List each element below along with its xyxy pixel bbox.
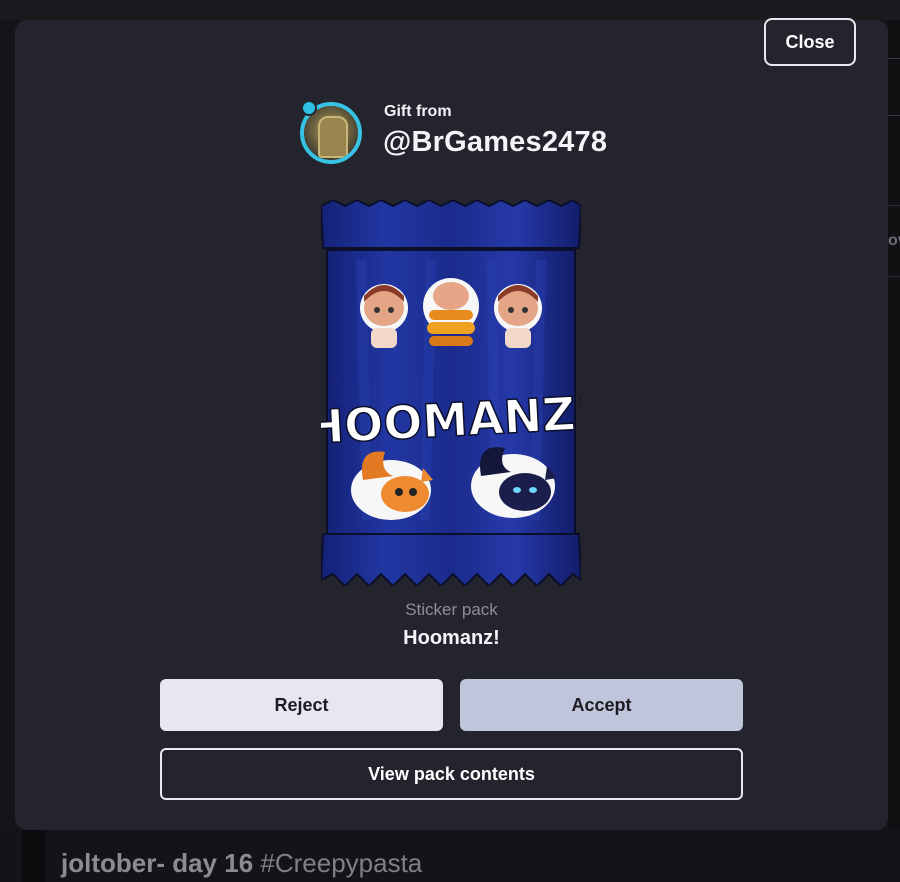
- post-tag-link[interactable]: #Creepypasta: [260, 848, 422, 878]
- accept-button[interactable]: Accept: [460, 679, 743, 731]
- pack-bottom-crimp: [321, 533, 581, 586]
- close-button[interactable]: Close: [764, 18, 856, 66]
- avatar-image: [318, 116, 348, 158]
- view-pack-contents-button[interactable]: View pack contents: [160, 748, 743, 800]
- pack-type-label: Sticker pack: [405, 600, 498, 619]
- avatar-badge-icon: [301, 100, 317, 116]
- sticker-pack-image: HOOMANZ!: [321, 200, 581, 586]
- pack-name: Hoomanz!: [403, 627, 500, 649]
- backdrop-divider: [888, 58, 900, 59]
- backdrop-top: [0, 0, 900, 20]
- post-title-text: joltober- day 16: [61, 848, 254, 878]
- post-thumbnail: [22, 830, 46, 882]
- pack-top-crimp: [321, 200, 581, 249]
- backdrop-divider: [888, 115, 900, 116]
- backdrop-right-edge: ov: [888, 20, 900, 830]
- gift-modal: Close Gift from @BrGames2478 HOOMANZ! St…: [15, 18, 888, 830]
- backdrop-partial-button: ov: [888, 205, 900, 277]
- reject-button[interactable]: Reject: [160, 679, 443, 731]
- post-title[interactable]: joltober- day 16 #Creepypasta: [61, 848, 422, 879]
- gift-from-label: Gift from: [384, 103, 452, 120]
- gift-sender-username[interactable]: @BrGames2478: [383, 126, 607, 159]
